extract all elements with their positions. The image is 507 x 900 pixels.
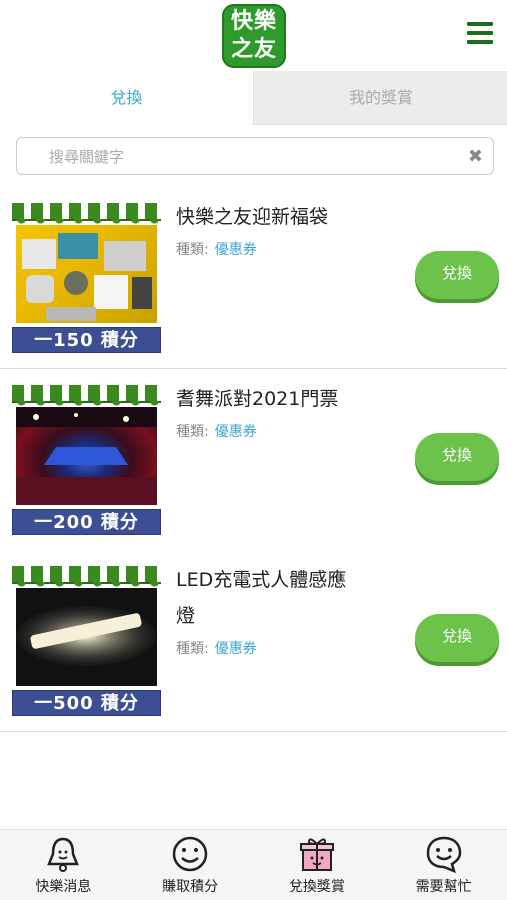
awning-decoration bbox=[12, 566, 161, 588]
help-chat-icon bbox=[380, 830, 507, 874]
nav-redeem-rewards-label: 兌換獎賞 bbox=[288, 879, 345, 895]
bottom-navigation: 快樂消息 賺取積分 兌換獎賞 需要幫忙 bbox=[0, 829, 507, 900]
logo-line1: 快樂 bbox=[230, 9, 277, 34]
hamburger-menu-icon[interactable] bbox=[467, 22, 493, 46]
gift-bag-photo bbox=[16, 225, 157, 323]
reward-title: LED充電式人體感應 燈 bbox=[176, 562, 376, 634]
category-label: 種類: bbox=[176, 424, 209, 440]
clear-icon[interactable]: ✖ bbox=[468, 146, 483, 167]
bell-icon bbox=[0, 830, 127, 874]
category-value: 優惠券 bbox=[214, 242, 257, 258]
party-stage-photo bbox=[16, 407, 157, 505]
tab-my-rewards[interactable]: 我的獎賞 bbox=[253, 71, 507, 125]
nav-redeem-rewards[interactable]: 兌換獎賞 bbox=[254, 830, 381, 900]
reward-thumbnail: 一150 積分 bbox=[12, 203, 161, 353]
reward-title-line1: 快樂之友迎新福袋 bbox=[176, 206, 329, 228]
app-header: 快樂 之友 bbox=[0, 0, 507, 72]
nav-news[interactable]: 快樂消息 bbox=[0, 830, 127, 900]
nav-earn-points-label: 賺取積分 bbox=[162, 879, 219, 895]
gift-icon bbox=[254, 830, 381, 874]
reward-thumbnail: 一200 積分 bbox=[12, 385, 161, 535]
search-box: ✖ bbox=[16, 137, 494, 176]
reward-title-line1: 耆舞派對2021門票 bbox=[176, 388, 339, 410]
reward-category: 種類: 優惠券 bbox=[176, 638, 257, 658]
reward-thumbnail: 一500 積分 bbox=[12, 566, 161, 716]
redeem-button[interactable]: 兌換 bbox=[415, 614, 499, 662]
redeem-button[interactable]: 兌換 bbox=[415, 433, 499, 481]
reward-title: 耆舞派對2021門票 bbox=[176, 381, 376, 417]
led-light-photo bbox=[16, 588, 157, 686]
points-cost: 一150 積分 bbox=[12, 327, 161, 353]
reward-item[interactable]: 一500 積分 LED充電式人體感應 燈 種類: 優惠券 兌換 bbox=[0, 550, 507, 732]
smiley-icon bbox=[127, 830, 254, 874]
tab-bar: 兌換 我的獎賞 bbox=[0, 71, 507, 125]
reward-category: 種類: 優惠券 bbox=[176, 239, 257, 259]
category-label: 種類: bbox=[176, 641, 209, 657]
redeem-button[interactable]: 兌換 bbox=[415, 251, 499, 299]
reward-title-line1: LED充電式人體感應 bbox=[176, 569, 347, 591]
nav-help[interactable]: 需要幫忙 bbox=[380, 830, 507, 900]
category-label: 種類: bbox=[176, 242, 209, 258]
awning-decoration bbox=[12, 385, 161, 407]
category-value: 優惠券 bbox=[214, 641, 257, 657]
nav-news-label: 快樂消息 bbox=[35, 879, 92, 895]
nav-earn-points[interactable]: 賺取積分 bbox=[127, 830, 254, 900]
reward-category: 種類: 優惠券 bbox=[176, 421, 257, 441]
points-cost: 一200 積分 bbox=[12, 509, 161, 535]
awning-decoration bbox=[12, 203, 161, 225]
tab-redeem[interactable]: 兌換 bbox=[0, 71, 253, 124]
nav-help-label: 需要幫忙 bbox=[415, 879, 472, 895]
category-value: 優惠券 bbox=[214, 424, 257, 440]
reward-item[interactable]: 一200 積分 耆舞派對2021門票 種類: 優惠券 兌換 bbox=[0, 369, 507, 551]
reward-item[interactable]: 一150 積分 快樂之友迎新福袋 種類: 優惠券 兌換 bbox=[0, 187, 507, 369]
points-cost: 一500 積分 bbox=[12, 690, 161, 716]
logo-line2: 之友 bbox=[230, 37, 277, 62]
app-logo[interactable]: 快樂 之友 bbox=[222, 4, 286, 68]
reward-title-line2: 燈 bbox=[176, 605, 196, 627]
reward-title: 快樂之友迎新福袋 bbox=[176, 199, 376, 235]
search-input[interactable] bbox=[17, 138, 451, 176]
